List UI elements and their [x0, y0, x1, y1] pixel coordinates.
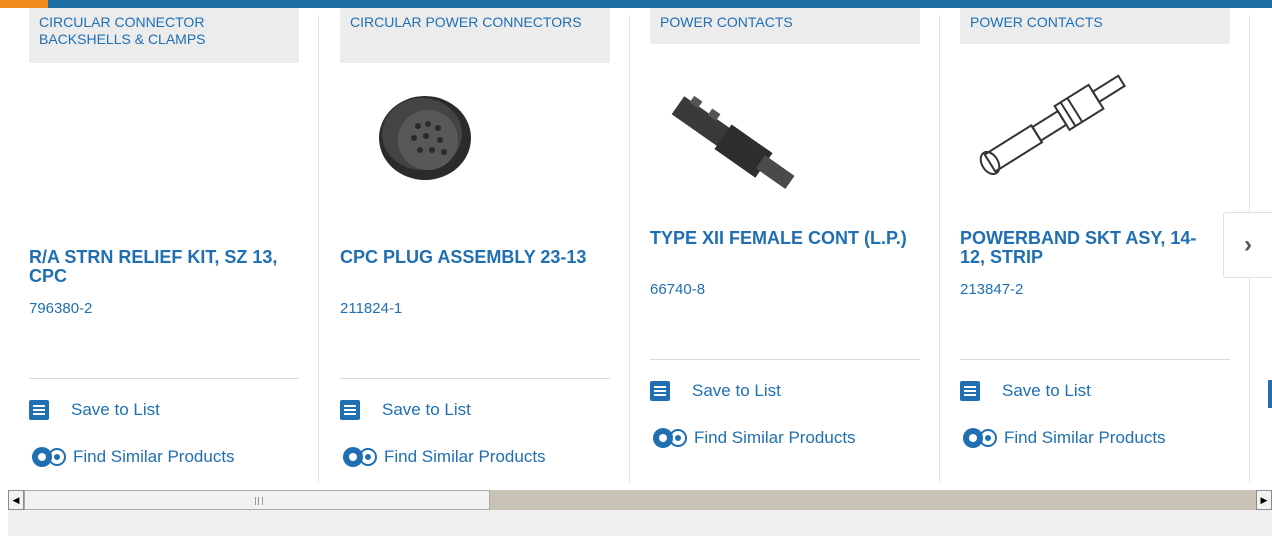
part-number[interactable]: 211824-1 — [340, 300, 402, 317]
product-title[interactable]: TYPE XII FEMALE CONT (L.P.) — [650, 229, 910, 248]
part-number[interactable]: 66740-8 — [650, 281, 705, 298]
product-card: POWER CONTACTS TYPE XII FEMALE CONT (L.P… — [650, 0, 920, 485]
checklist-icon — [1268, 380, 1272, 408]
category-label[interactable]: POWER CONTACTS — [650, 8, 920, 44]
part-number[interactable]: 213847-2 — [960, 281, 1023, 298]
gears-icon — [653, 428, 687, 448]
scroll-left-arrow[interactable]: ◀ — [8, 490, 24, 510]
product-image[interactable] — [340, 68, 610, 208]
checklist-icon — [960, 381, 980, 401]
save-to-list-label: Save to List — [692, 381, 781, 400]
find-similar-button[interactable]: Find Similar Products — [29, 445, 235, 469]
checklist-icon — [340, 400, 360, 420]
scrollbar-grip — [255, 497, 263, 505]
gears-icon — [32, 447, 66, 467]
chevron-right-icon: › — [1244, 231, 1252, 258]
product-title[interactable]: R/A STRN RELIEF KIT, SZ 13, CPC — [29, 248, 289, 286]
gears-icon — [963, 428, 997, 448]
product-title[interactable]: POWERBAND SKT ASY, 14-12, STRIP — [960, 229, 1220, 267]
card-divider — [960, 359, 1230, 360]
find-similar-label: Find Similar Products — [384, 447, 546, 466]
save-to-list-button[interactable]: Save to List — [29, 400, 160, 420]
scrollbar-thumb[interactable] — [24, 490, 490, 510]
category-label[interactable]: POWER CONTACTS — [960, 8, 1230, 44]
save-to-list-button[interactable]: Save to List — [960, 381, 1091, 401]
part-number[interactable]: 796380-2 — [29, 300, 92, 317]
card-divider — [29, 378, 299, 379]
footer-bar — [8, 510, 1272, 536]
save-to-list-button[interactable]: Save to List — [340, 400, 471, 420]
find-similar-button[interactable]: Find Similar Products — [650, 426, 856, 450]
find-similar-button[interactable]: Find Similar Products — [960, 426, 1166, 450]
save-to-list-label: Save to List — [1002, 381, 1091, 400]
category-label[interactable]: CIRCULAR CONNECTOR BACKSHELLS & CLAMPS — [29, 8, 299, 63]
horizontal-scrollbar[interactable]: ◀ ▶ — [8, 490, 1272, 510]
category-label[interactable]: CIRCULAR POWER CONNECTORS — [340, 8, 610, 63]
find-similar-label: Find Similar Products — [694, 428, 856, 447]
column-divider — [629, 15, 630, 483]
find-similar-label: Find Similar Products — [1004, 428, 1166, 447]
save-to-list-label: Save to List — [71, 400, 160, 419]
product-card: POWER CONTACTS POWERBAND SKT ASY, 14-12,… — [960, 0, 1230, 485]
save-to-list-label: Save to List — [382, 400, 471, 419]
product-card: CIRCULAR CONNECTOR BACKSHELLS & CLAMPS R… — [29, 0, 299, 485]
card-divider — [650, 359, 920, 360]
product-title[interactable]: CPC PLUG ASSEMBLY 23-13 — [340, 248, 600, 267]
column-divider — [939, 15, 940, 483]
find-similar-label: Find Similar Products — [73, 447, 235, 466]
checklist-icon — [29, 400, 49, 420]
card-divider — [340, 378, 610, 379]
column-divider — [318, 15, 319, 483]
checklist-icon — [650, 381, 670, 401]
scroll-right-arrow[interactable]: ▶ — [1256, 490, 1272, 510]
product-carousel: CIRCULAR CONNECTOR BACKSHELLS & CLAMPS R… — [0, 0, 1272, 485]
find-similar-button[interactable]: Find Similar Products — [340, 445, 546, 469]
carousel-next-button[interactable]: › — [1223, 212, 1272, 278]
product-image[interactable] — [960, 68, 1230, 208]
product-image[interactable] — [650, 68, 920, 208]
gears-icon — [343, 447, 377, 467]
save-to-list-button[interactable]: Save to List — [650, 381, 781, 401]
product-card: CIRCULAR POWER CONNECTORS CPC PLUG ASSEM… — [340, 0, 610, 485]
